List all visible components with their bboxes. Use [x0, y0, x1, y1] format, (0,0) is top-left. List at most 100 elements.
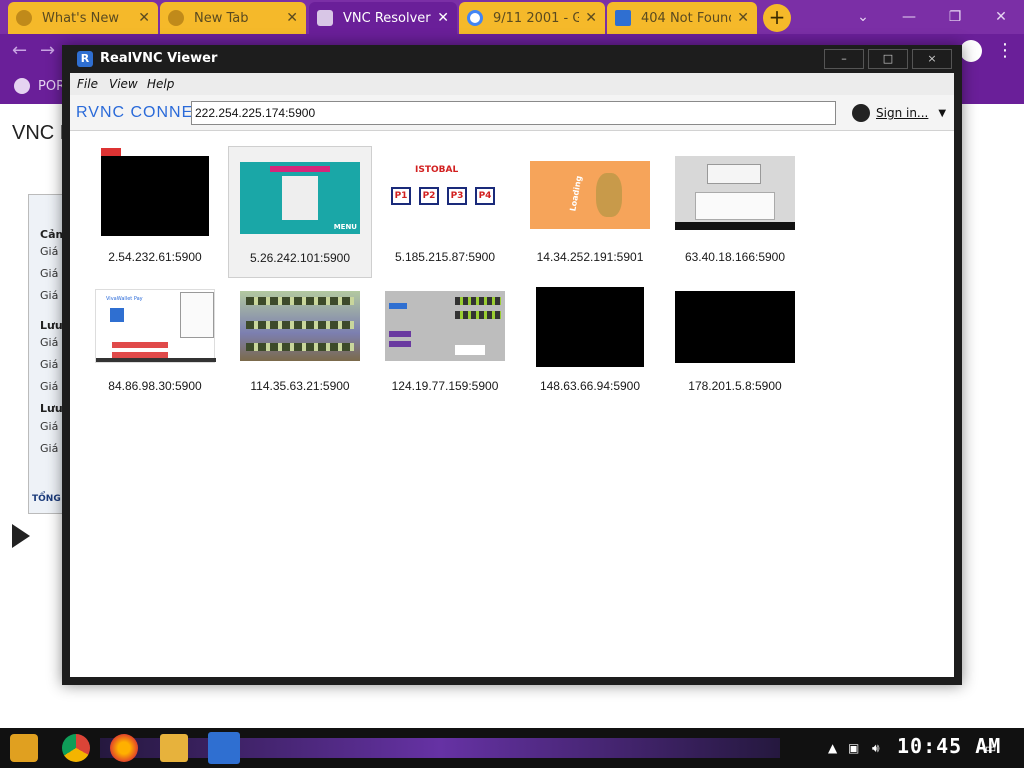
tray-chevron-icon[interactable]: ▲ — [828, 741, 837, 755]
file-explorer-icon[interactable] — [160, 734, 188, 762]
minimize-button[interactable]: — — [886, 4, 932, 30]
connection-item[interactable]: 114.35.63.21:5900 — [228, 283, 372, 415]
bitview-icon — [615, 10, 631, 26]
vnc-resolver-icon — [317, 10, 333, 26]
tab-close-icon[interactable]: ✕ — [286, 10, 298, 26]
connection-item[interactable]: ISTOBAL P1 P2 P3 P4 5.185.215.87:5900 — [373, 146, 517, 278]
volume-icon[interactable]: 🔊︎ — [872, 741, 880, 756]
connection-address: 14.34.252.191:5901 — [536, 250, 644, 264]
connection-thumbnail: ISTOBAL P1 P2 P3 P4 — [385, 161, 505, 233]
google-icon — [467, 10, 483, 26]
connection-thumbnail — [385, 291, 505, 361]
connection-address: 5.185.215.87:5900 — [394, 250, 496, 264]
thumbnail-taskbar — [675, 222, 795, 230]
connection-address: 124.19.77.159:5900 — [391, 379, 499, 393]
connection-address: 84.86.98.30:5900 — [108, 379, 202, 393]
thumbnail-logo — [101, 148, 121, 156]
connection-thumbnail — [536, 287, 644, 367]
p3-button: P3 — [447, 187, 467, 205]
connection-item[interactable]: VivaWallet Pay 84.86.98.30:5900 — [83, 283, 227, 415]
maximize-button[interactable]: □ — [868, 49, 908, 69]
connection-thumbnail: MENU — [240, 162, 360, 234]
row-label: Giá — [40, 358, 59, 371]
start-button-icon[interactable] — [10, 734, 38, 762]
new-tab-button[interactable]: + — [763, 4, 791, 32]
connection-address: 148.63.66.94:5900 — [539, 379, 641, 393]
minimize-button[interactable]: – — [824, 49, 864, 69]
connection-thumbnail: Loading — [530, 161, 650, 229]
menu-bar: File View Help — [70, 73, 954, 95]
thumbnail-button — [389, 303, 407, 309]
thumbnail-row — [455, 297, 501, 305]
tab-404[interactable]: 404 Not Found ✕ — [607, 2, 757, 34]
connection-item[interactable]: 2.54.232.61:5900 — [83, 146, 227, 278]
menu-kebab-icon[interactable]: ⋮ — [996, 40, 1014, 61]
tab-label: 9/11 2001 - Go — [493, 10, 580, 26]
row-label: Giá — [40, 245, 59, 258]
window-title: RealVNC Viewer — [100, 51, 218, 66]
connection-item[interactable]: MENU 5.26.242.101:5900 — [228, 146, 372, 278]
window-title-bar: R RealVNC Viewer – □ × — [62, 45, 962, 73]
connection-thumbnail — [240, 291, 360, 361]
thumbnail-panel — [455, 345, 485, 355]
firefox-taskbar-icon[interactable] — [110, 734, 138, 762]
viva-logo: VivaWallet Pay — [106, 296, 143, 302]
realvnc-viewer-window: R RealVNC Viewer – □ × File View Help RV… — [62, 45, 962, 685]
tab-close-icon[interactable]: ✕ — [737, 10, 749, 26]
connection-address: 5.26.242.101:5900 — [249, 251, 351, 265]
vnc-address-input[interactable]: 222.254.225.174:5900 — [191, 101, 836, 125]
connections-grid: 2.54.232.61:5900 MENU 5.26.242.101:5900 … — [70, 131, 954, 677]
row-label: Giá — [40, 267, 59, 280]
tab-label: VNC Resolver — [343, 10, 431, 26]
tab-label: What's New — [42, 10, 119, 26]
close-button[interactable]: × — [912, 49, 952, 69]
menu-help[interactable]: Help — [147, 77, 174, 91]
thumbnail-menu-label: MENU — [333, 223, 357, 231]
connection-item[interactable]: 124.19.77.159:5900 — [373, 283, 517, 415]
connection-item[interactable]: 63.40.18.166:5900 — [663, 146, 807, 278]
chevron-down-icon: ▼ — [938, 107, 947, 119]
forward-arrow-icon[interactable]: → — [40, 40, 55, 61]
tab-close-icon[interactable]: ✕ — [138, 10, 150, 26]
realvnc-taskbar-icon[interactable] — [208, 732, 240, 764]
tab-label: 404 Not Found — [641, 10, 732, 26]
tab-new-tab[interactable]: New Tab ✕ — [160, 2, 306, 34]
maximize-button[interactable]: ❐ — [932, 4, 978, 30]
back-arrow-icon[interactable]: ← — [12, 40, 27, 61]
tab-search-chevron-icon[interactable]: ⌄ — [840, 4, 886, 30]
connection-thumbnail: VivaWallet Pay — [95, 289, 216, 363]
istobal-logo: ISTOBAL — [415, 165, 459, 175]
thumbnail-header — [270, 166, 330, 172]
thumbnail-dialog — [282, 176, 318, 220]
browser-tab-strip: What's New ✕ New Tab ✕ VNC Resolver ✕ 9/… — [0, 0, 1024, 34]
menu-file[interactable]: File — [77, 77, 98, 91]
menu-view[interactable]: View — [109, 77, 138, 91]
connection-item[interactable]: 178.201.5.8:5900 — [663, 283, 807, 415]
row-label: Giá — [40, 380, 59, 393]
thumbnail-row — [246, 321, 354, 329]
connection-item[interactable]: 148.63.66.94:5900 — [518, 283, 662, 415]
connection-address: 2.54.232.61:5900 — [108, 250, 202, 264]
thumbnail-row — [246, 343, 354, 351]
p2-button: P2 — [419, 187, 439, 205]
tab-close-icon[interactable]: ✕ — [437, 10, 449, 26]
notifications-icon[interactable]: ▭ — [985, 741, 996, 755]
sign-in-button[interactable]: Sign in... ▼ — [852, 104, 946, 122]
tab-google-search[interactable]: 9/11 2001 - Go ✕ — [459, 2, 605, 34]
thumbnail-footer — [96, 358, 216, 362]
close-button[interactable]: ✕ — [978, 4, 1024, 30]
bookmark-item[interactable]: POR — [14, 78, 65, 94]
tab-whats-new[interactable]: What's New ✕ — [8, 2, 158, 34]
loading-label: Loading — [568, 175, 584, 212]
tab-close-icon[interactable]: ✕ — [585, 10, 597, 26]
chrome-taskbar-icon[interactable] — [62, 734, 90, 762]
tab-vnc-resolver[interactable]: VNC Resolver ✕ — [309, 2, 457, 34]
thumbnail-row — [455, 311, 501, 319]
connection-item[interactable]: Loading 14.34.252.191:5901 — [518, 146, 662, 278]
thumbnail-window — [707, 164, 761, 184]
taskbar-decoration — [100, 738, 780, 758]
tab-label: New Tab — [194, 10, 249, 26]
network-icon[interactable]: ▣ — [848, 741, 859, 755]
profile-avatar[interactable] — [960, 40, 982, 62]
thumbnail-bar — [112, 342, 168, 348]
